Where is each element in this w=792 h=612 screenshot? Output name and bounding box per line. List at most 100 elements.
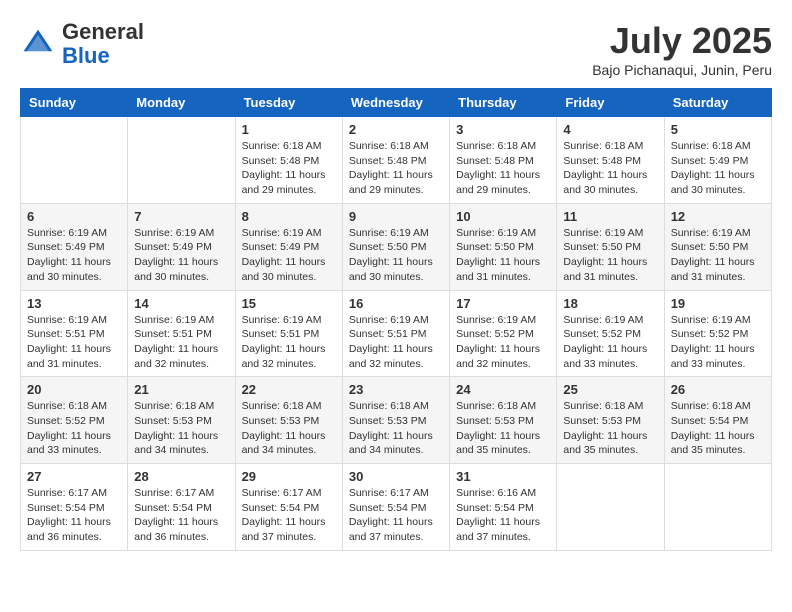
weekday-header-friday: Friday xyxy=(557,89,664,117)
day-info: Sunrise: 6:18 AM Sunset: 5:53 PM Dayligh… xyxy=(134,399,228,458)
calendar-cell: 19 Sunrise: 6:19 AM Sunset: 5:52 PM Dayli… xyxy=(664,290,771,377)
weekday-header-saturday: Saturday xyxy=(664,89,771,117)
day-info: Sunrise: 6:19 AM Sunset: 5:51 PM Dayligh… xyxy=(349,313,443,372)
calendar-cell: 27 Sunrise: 6:17 AM Sunset: 5:54 PM Dayli… xyxy=(21,464,128,551)
logo-blue-text: Blue xyxy=(62,43,110,68)
calendar-cell: 21 Sunrise: 6:18 AM Sunset: 5:53 PM Dayli… xyxy=(128,377,235,464)
logo: General Blue xyxy=(20,20,144,68)
day-info: Sunrise: 6:18 AM Sunset: 5:53 PM Dayligh… xyxy=(242,399,336,458)
day-number: 1 xyxy=(242,122,336,137)
calendar-cell: 30 Sunrise: 6:17 AM Sunset: 5:54 PM Dayli… xyxy=(342,464,449,551)
calendar-cell: 6 Sunrise: 6:19 AM Sunset: 5:49 PM Daylig… xyxy=(21,203,128,290)
calendar-cell: 3Sunrise: 6:18 AM Sunset: 5:48 PM Daylig… xyxy=(450,117,557,204)
calendar-cell: 20 Sunrise: 6:18 AM Sunset: 5:52 PM Dayli… xyxy=(21,377,128,464)
logo-general-text: General xyxy=(62,19,144,44)
calendar-cell: 24 Sunrise: 6:18 AM Sunset: 5:53 PM Dayli… xyxy=(450,377,557,464)
day-info: Sunrise: 6:18 AM Sunset: 5:53 PM Dayligh… xyxy=(349,399,443,458)
day-info: Sunrise: 6:17 AM Sunset: 5:54 PM Dayligh… xyxy=(27,486,121,545)
day-info: Sunrise: 6:18 AM Sunset: 5:53 PM Dayligh… xyxy=(456,399,550,458)
calendar-cell xyxy=(21,117,128,204)
weekday-header-wednesday: Wednesday xyxy=(342,89,449,117)
day-number: 19 xyxy=(671,296,765,311)
calendar-cell: 23 Sunrise: 6:18 AM Sunset: 5:53 PM Dayli… xyxy=(342,377,449,464)
calendar-cell: 17Sunrise: 6:19 AM Sunset: 5:52 PM Dayli… xyxy=(450,290,557,377)
day-number: 9 xyxy=(349,209,443,224)
calendar-cell: 18 Sunrise: 6:19 AM Sunset: 5:52 PM Dayli… xyxy=(557,290,664,377)
day-info: Sunrise: 6:19 AM Sunset: 5:50 PM Dayligh… xyxy=(671,226,765,285)
day-number: 4 xyxy=(563,122,657,137)
calendar-cell: 28 Sunrise: 6:17 AM Sunset: 5:54 PM Dayli… xyxy=(128,464,235,551)
day-number: 8 xyxy=(242,209,336,224)
calendar-cell: 12 Sunrise: 6:19 AM Sunset: 5:50 PM Dayli… xyxy=(664,203,771,290)
calendar-week-row: 6 Sunrise: 6:19 AM Sunset: 5:49 PM Daylig… xyxy=(21,203,772,290)
day-info: Sunrise: 6:19 AM Sunset: 5:51 PM Dayligh… xyxy=(242,313,336,372)
day-number: 18 xyxy=(563,296,657,311)
day-info: Sunrise: 6:17 AM Sunset: 5:54 PM Dayligh… xyxy=(349,486,443,545)
calendar-cell: 8 Sunrise: 6:19 AM Sunset: 5:49 PM Daylig… xyxy=(235,203,342,290)
day-number: 14 xyxy=(134,296,228,311)
day-number: 12 xyxy=(671,209,765,224)
day-info: Sunrise: 6:18 AM Sunset: 5:48 PM Dayligh… xyxy=(349,139,443,198)
calendar-cell: 22 Sunrise: 6:18 AM Sunset: 5:53 PM Dayli… xyxy=(235,377,342,464)
day-number: 22 xyxy=(242,382,336,397)
day-info: Sunrise: 6:19 AM Sunset: 5:49 PM Dayligh… xyxy=(27,226,121,285)
day-number: 6 xyxy=(27,209,121,224)
location-subtitle: Bajo Pichanaqui, Junin, Peru xyxy=(592,62,772,78)
calendar: SundayMondayTuesdayWednesdayThursdayFrid… xyxy=(20,88,772,551)
calendar-cell xyxy=(557,464,664,551)
calendar-cell: 15Sunrise: 6:19 AM Sunset: 5:51 PM Dayli… xyxy=(235,290,342,377)
weekday-header-row: SundayMondayTuesdayWednesdayThursdayFrid… xyxy=(21,89,772,117)
day-number: 26 xyxy=(671,382,765,397)
calendar-week-row: 27 Sunrise: 6:17 AM Sunset: 5:54 PM Dayli… xyxy=(21,464,772,551)
calendar-cell: 14 Sunrise: 6:19 AM Sunset: 5:51 PM Dayli… xyxy=(128,290,235,377)
day-info: Sunrise: 6:19 AM Sunset: 5:49 PM Dayligh… xyxy=(242,226,336,285)
day-number: 2 xyxy=(349,122,443,137)
month-title: July 2025 xyxy=(592,20,772,62)
day-info: Sunrise: 6:17 AM Sunset: 5:54 PM Dayligh… xyxy=(134,486,228,545)
day-number: 16 xyxy=(349,296,443,311)
calendar-week-row: 13 Sunrise: 6:19 AM Sunset: 5:51 PM Dayli… xyxy=(21,290,772,377)
calendar-cell: 25 Sunrise: 6:18 AM Sunset: 5:53 PM Dayli… xyxy=(557,377,664,464)
weekday-header-monday: Monday xyxy=(128,89,235,117)
calendar-cell: 31Sunrise: 6:16 AM Sunset: 5:54 PM Dayli… xyxy=(450,464,557,551)
day-number: 27 xyxy=(27,469,121,484)
day-info: Sunrise: 6:18 AM Sunset: 5:48 PM Dayligh… xyxy=(456,139,550,198)
day-info: Sunrise: 6:17 AM Sunset: 5:54 PM Dayligh… xyxy=(242,486,336,545)
day-info: Sunrise: 6:19 AM Sunset: 5:51 PM Dayligh… xyxy=(27,313,121,372)
weekday-header-sunday: Sunday xyxy=(21,89,128,117)
day-number: 21 xyxy=(134,382,228,397)
calendar-cell: 26Sunrise: 6:18 AM Sunset: 5:54 PM Dayli… xyxy=(664,377,771,464)
day-info: Sunrise: 6:18 AM Sunset: 5:48 PM Dayligh… xyxy=(242,139,336,198)
day-number: 7 xyxy=(134,209,228,224)
day-number: 24 xyxy=(456,382,550,397)
day-number: 20 xyxy=(27,382,121,397)
day-number: 23 xyxy=(349,382,443,397)
day-info: Sunrise: 6:18 AM Sunset: 5:52 PM Dayligh… xyxy=(27,399,121,458)
weekday-header-thursday: Thursday xyxy=(450,89,557,117)
day-info: Sunrise: 6:19 AM Sunset: 5:52 PM Dayligh… xyxy=(671,313,765,372)
day-info: Sunrise: 6:19 AM Sunset: 5:49 PM Dayligh… xyxy=(134,226,228,285)
day-info: Sunrise: 6:19 AM Sunset: 5:51 PM Dayligh… xyxy=(134,313,228,372)
calendar-cell: 2 Sunrise: 6:18 AM Sunset: 5:48 PM Daylig… xyxy=(342,117,449,204)
calendar-cell: 7 Sunrise: 6:19 AM Sunset: 5:49 PM Daylig… xyxy=(128,203,235,290)
day-info: Sunrise: 6:18 AM Sunset: 5:53 PM Dayligh… xyxy=(563,399,657,458)
day-info: Sunrise: 6:16 AM Sunset: 5:54 PM Dayligh… xyxy=(456,486,550,545)
day-number: 30 xyxy=(349,469,443,484)
calendar-cell: 9 Sunrise: 6:19 AM Sunset: 5:50 PM Daylig… xyxy=(342,203,449,290)
calendar-cell: 4 Sunrise: 6:18 AM Sunset: 5:48 PM Daylig… xyxy=(557,117,664,204)
calendar-cell: 1 Sunrise: 6:18 AM Sunset: 5:48 PM Daylig… xyxy=(235,117,342,204)
calendar-cell: 11Sunrise: 6:19 AM Sunset: 5:50 PM Dayli… xyxy=(557,203,664,290)
day-number: 25 xyxy=(563,382,657,397)
day-info: Sunrise: 6:18 AM Sunset: 5:48 PM Dayligh… xyxy=(563,139,657,198)
day-number: 28 xyxy=(134,469,228,484)
calendar-cell: 5Sunrise: 6:18 AM Sunset: 5:49 PM Daylig… xyxy=(664,117,771,204)
day-info: Sunrise: 6:19 AM Sunset: 5:50 PM Dayligh… xyxy=(349,226,443,285)
logo-icon xyxy=(20,26,56,62)
calendar-cell: 13 Sunrise: 6:19 AM Sunset: 5:51 PM Dayli… xyxy=(21,290,128,377)
calendar-cell xyxy=(664,464,771,551)
day-number: 10 xyxy=(456,209,550,224)
day-info: Sunrise: 6:19 AM Sunset: 5:52 PM Dayligh… xyxy=(563,313,657,372)
day-number: 13 xyxy=(27,296,121,311)
day-info: Sunrise: 6:18 AM Sunset: 5:49 PM Dayligh… xyxy=(671,139,765,198)
weekday-header-tuesday: Tuesday xyxy=(235,89,342,117)
